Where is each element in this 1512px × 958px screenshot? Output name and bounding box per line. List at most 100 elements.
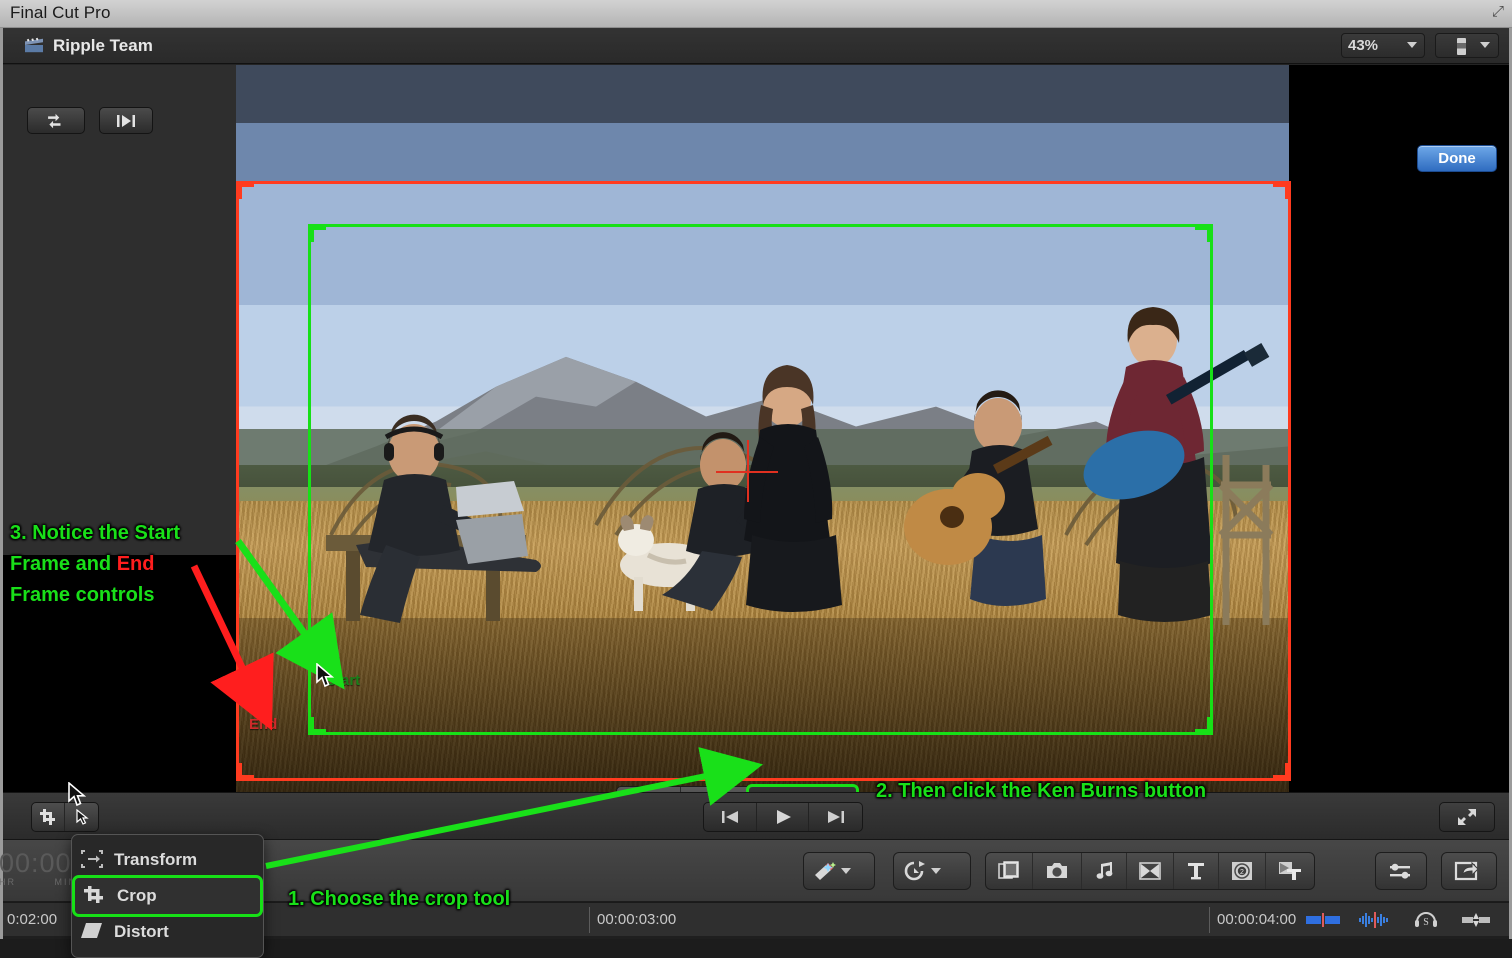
- themes-button[interactable]: [1266, 853, 1314, 889]
- retime-speed-icon: [902, 860, 926, 882]
- titles-text-icon: [1186, 861, 1206, 881]
- audio-waveform-button[interactable]: [1351, 908, 1399, 932]
- center-crosshair-icon: [716, 440, 778, 502]
- menu-item-label: Crop: [117, 886, 157, 906]
- play-range-icon: [114, 114, 138, 128]
- play-icon: [772, 809, 794, 825]
- audio-waveform-icon: [1357, 912, 1393, 928]
- crop-tool-icon: [39, 808, 57, 826]
- viewer-canvas: End Start Done: [3, 65, 1509, 792]
- zoom-level-control[interactable]: 43%: [1341, 33, 1425, 58]
- skip-previous-button[interactable]: [704, 803, 757, 831]
- magic-wand-icon: [812, 860, 836, 882]
- playback-controls[interactable]: [703, 802, 863, 832]
- app-window: Ripple Team 43%: [0, 28, 1512, 939]
- music-note-icon: [1094, 861, 1114, 881]
- transport-bar: [3, 792, 1509, 840]
- inspector-button-group[interactable]: [1375, 852, 1427, 890]
- mouse-cursor-toolbar: [68, 782, 88, 813]
- timeline-display-controls[interactable]: S: [1299, 908, 1499, 932]
- transitions-icon: [1139, 862, 1161, 880]
- project-name: Ripple Team: [53, 36, 153, 56]
- zoom-level-value: 43%: [1348, 37, 1378, 54]
- share-button[interactable]: [1442, 853, 1490, 889]
- timecode-units: HR MIN: [0, 877, 77, 887]
- camera-icon: [1045, 861, 1069, 881]
- clip-appearance-icon: [1305, 913, 1341, 927]
- swap-arrows-icon: [45, 113, 67, 129]
- menu-item-crop[interactable]: Crop: [75, 878, 260, 914]
- photos-browser-icon: [998, 861, 1020, 881]
- skip-next-icon: [825, 810, 847, 824]
- annotation-step3-line1: 3. Notice the Start: [10, 518, 260, 549]
- solo-audio-icon: S: [1413, 911, 1439, 929]
- clapperboard-icon: [23, 36, 45, 54]
- chevron-down-icon: [841, 868, 851, 874]
- menu-item-distort[interactable]: Distort: [72, 914, 263, 950]
- annotation-step3-line2b: End: [117, 553, 155, 575]
- app-title: Final Cut Pro: [10, 3, 111, 23]
- menu-item-label: Distort: [114, 922, 169, 942]
- crop-tool-group[interactable]: [31, 802, 99, 832]
- annotation-step3-line3: Frame controls: [10, 580, 260, 611]
- share-button-group[interactable]: [1441, 852, 1497, 890]
- end-frame-label: End: [249, 716, 277, 733]
- themes-icon: [1278, 861, 1302, 881]
- resize-icon[interactable]: ⤢: [1488, 2, 1508, 22]
- inspector-sliders-icon: [1388, 862, 1412, 880]
- crop-tool-context-menu[interactable]: Transform Crop Dist: [71, 834, 264, 958]
- titles-button[interactable]: [1174, 853, 1219, 889]
- crop-icon: [83, 885, 107, 907]
- generators-button[interactable]: 2: [1219, 853, 1266, 889]
- clip-appearance-button[interactable]: [1299, 908, 1347, 932]
- swap-start-end-button[interactable]: [27, 107, 85, 134]
- solo-audio-button[interactable]: S: [1403, 908, 1449, 932]
- fullscreen-button[interactable]: [1439, 802, 1495, 832]
- distort-icon: [80, 921, 104, 943]
- project-bar: Ripple Team 43%: [3, 28, 1509, 64]
- people-group: [236, 65, 1289, 792]
- chevron-down-icon: [931, 868, 941, 874]
- photos-browser-button[interactable]: [986, 853, 1033, 889]
- skip-previous-icon: [719, 810, 741, 824]
- skip-next-button[interactable]: [809, 803, 862, 831]
- enhance-button[interactable]: [804, 853, 859, 889]
- retime-button[interactable]: [894, 853, 949, 889]
- view-mode-control[interactable]: [1435, 33, 1499, 58]
- crop-tool-button[interactable]: [32, 803, 65, 831]
- video-frame-image: [236, 65, 1289, 792]
- zoom-to-fit-icon: [1460, 912, 1492, 928]
- menu-item-label: Transform: [114, 850, 197, 870]
- svg-text:2: 2: [1240, 869, 1244, 876]
- ruler-timecode: 00:00:03:00: [597, 911, 676, 928]
- view-mode-icon: [1457, 38, 1466, 55]
- expand-fullscreen-icon: [1456, 807, 1478, 827]
- annotation-step-1: 1. Choose the crop tool: [288, 884, 510, 915]
- zoom-to-fit-button[interactable]: [1453, 908, 1499, 932]
- camera-button[interactable]: [1033, 853, 1082, 889]
- chevron-down-icon: [1480, 42, 1490, 48]
- media-browser-group[interactable]: 2: [985, 852, 1315, 890]
- annotation-step3-line2a: Frame and: [10, 553, 117, 575]
- retime-button-group[interactable]: [893, 852, 971, 890]
- mouse-cursor-viewer: [316, 663, 336, 694]
- chevron-down-icon: [1407, 42, 1417, 48]
- annotation-step-2: 2. Then click the Ken Burns button: [876, 776, 1206, 807]
- play-button[interactable]: [757, 803, 810, 831]
- ruler-timecode: 0:02:00: [7, 911, 57, 928]
- enhance-button-group[interactable]: [803, 852, 875, 890]
- music-button[interactable]: [1082, 853, 1127, 889]
- svg-text:S: S: [1423, 917, 1429, 928]
- menu-item-transform[interactable]: Transform: [72, 842, 263, 878]
- transitions-button[interactable]: [1127, 853, 1174, 889]
- share-export-icon: [1454, 861, 1478, 881]
- annotation-step-3: 3. Notice the Start Frame and End Frame …: [10, 518, 260, 611]
- window-title-bar: Final Cut Pro ⤢: [0, 0, 1512, 28]
- ruler-timecode: 00:00:04:00: [1217, 911, 1296, 928]
- viewer-letterbox-left-top: [3, 65, 236, 555]
- timecode-unit-hr: HR: [0, 877, 16, 887]
- play-range-button[interactable]: [99, 107, 153, 134]
- inspector-button[interactable]: [1376, 853, 1424, 889]
- done-button[interactable]: Done: [1417, 145, 1497, 172]
- generators-icon: 2: [1231, 861, 1253, 881]
